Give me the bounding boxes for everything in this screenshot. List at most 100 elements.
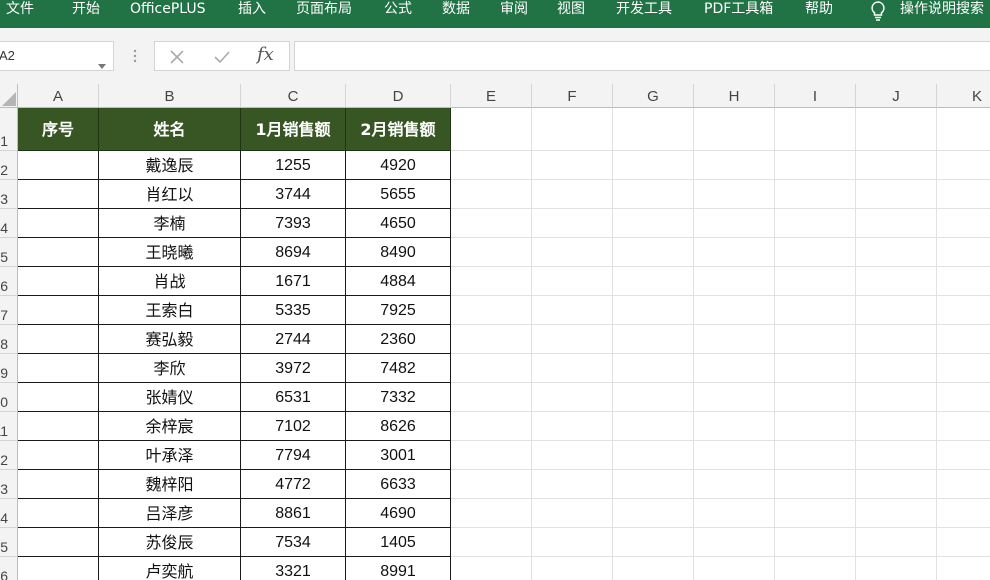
- table-cell-jan[interactable]: 3972: [241, 354, 346, 383]
- table-cell-seq[interactable]: [18, 296, 99, 325]
- column-header-c[interactable]: C: [241, 84, 346, 108]
- table-cell-seq[interactable]: [18, 470, 99, 499]
- row-header[interactable]: 16: [0, 557, 18, 580]
- row-header[interactable]: 11: [0, 412, 18, 441]
- row-header[interactable]: 15: [0, 528, 18, 557]
- row-header[interactable]: 8: [0, 325, 18, 354]
- table-cell-feb[interactable]: 2360: [346, 325, 451, 354]
- column-header-b[interactable]: B: [99, 84, 241, 108]
- tab-home[interactable]: 开始: [72, 0, 100, 20]
- column-header-a[interactable]: A: [18, 84, 99, 108]
- table-cell-feb[interactable]: 4920: [346, 151, 451, 180]
- cancel-icon[interactable]: [168, 48, 186, 70]
- table-cell-seq[interactable]: [18, 499, 99, 528]
- tab-view[interactable]: 视图: [557, 0, 585, 20]
- column-header-k[interactable]: K: [937, 84, 990, 108]
- tab-help[interactable]: 帮助: [805, 0, 833, 20]
- table-cell-name[interactable]: 叶承泽: [99, 441, 241, 470]
- table-cell-name[interactable]: 赛弘毅: [99, 325, 241, 354]
- table-cell-jan[interactable]: 1671: [241, 267, 346, 296]
- chevron-down-icon[interactable]: [98, 54, 106, 73]
- table-cell-jan[interactable]: 8861: [241, 499, 346, 528]
- column-header-d[interactable]: D: [346, 84, 451, 108]
- table-cell-seq[interactable]: [18, 528, 99, 557]
- table-cell-feb[interactable]: 1405: [346, 528, 451, 557]
- table-cell-jan[interactable]: 2744: [241, 325, 346, 354]
- drag-handle-icon[interactable]: [133, 48, 137, 67]
- row-header[interactable]: 9: [0, 354, 18, 383]
- table-cell-jan[interactable]: 8694: [241, 238, 346, 267]
- header-cell-name[interactable]: 姓名: [99, 108, 241, 151]
- table-cell-jan[interactable]: 3744: [241, 180, 346, 209]
- table-cell-jan[interactable]: 4772: [241, 470, 346, 499]
- column-header-e[interactable]: E: [451, 84, 532, 108]
- table-cell-name[interactable]: 肖红以: [99, 180, 241, 209]
- table-cell-jan[interactable]: 3321: [241, 557, 346, 580]
- table-cell-seq[interactable]: [18, 180, 99, 209]
- row-header[interactable]: 14: [0, 499, 18, 528]
- table-cell-seq[interactable]: [18, 557, 99, 580]
- tell-me-search[interactable]: 操作说明搜索: [900, 0, 984, 20]
- formula-input[interactable]: [294, 41, 990, 71]
- column-header-f[interactable]: F: [532, 84, 613, 108]
- table-cell-name[interactable]: 苏俊辰: [99, 528, 241, 557]
- table-cell-jan[interactable]: 6531: [241, 383, 346, 412]
- row-header[interactable]: 1: [0, 108, 18, 151]
- table-cell-feb[interactable]: 7332: [346, 383, 451, 412]
- table-cell-name[interactable]: 李楠: [99, 209, 241, 238]
- table-cell-name[interactable]: 吕泽彦: [99, 499, 241, 528]
- table-cell-feb[interactable]: 8626: [346, 412, 451, 441]
- table-cell-name[interactable]: 戴逸辰: [99, 151, 241, 180]
- table-cell-feb[interactable]: 7925: [346, 296, 451, 325]
- row-header[interactable]: 13: [0, 470, 18, 499]
- table-cell-name[interactable]: 余梓宸: [99, 412, 241, 441]
- name-box[interactable]: A2: [0, 41, 114, 71]
- tab-insert[interactable]: 插入: [238, 0, 266, 20]
- table-cell-seq[interactable]: [18, 238, 99, 267]
- row-header[interactable]: 4: [0, 209, 18, 238]
- header-cell-jan[interactable]: 1月销售额: [241, 108, 346, 151]
- row-header[interactable]: 5: [0, 238, 18, 267]
- column-header-h[interactable]: H: [694, 84, 775, 108]
- enter-check-icon[interactable]: [213, 48, 231, 70]
- header-cell-feb[interactable]: 2月销售额: [346, 108, 451, 151]
- table-cell-name[interactable]: 魏梓阳: [99, 470, 241, 499]
- row-header[interactable]: 2: [0, 151, 18, 180]
- table-cell-feb[interactable]: 5655: [346, 180, 451, 209]
- table-cell-feb[interactable]: 6633: [346, 470, 451, 499]
- tab-developer[interactable]: 开发工具: [616, 0, 672, 20]
- column-header-j[interactable]: J: [856, 84, 937, 108]
- table-cell-jan[interactable]: 7794: [241, 441, 346, 470]
- tab-pdf-toolbox[interactable]: PDF工具箱: [704, 0, 773, 20]
- table-cell-name[interactable]: 卢奕航: [99, 557, 241, 580]
- table-cell-jan[interactable]: 7393: [241, 209, 346, 238]
- tab-file[interactable]: 文件: [6, 0, 34, 20]
- table-cell-seq[interactable]: [18, 441, 99, 470]
- table-cell-jan[interactable]: 1255: [241, 151, 346, 180]
- table-cell-jan[interactable]: 7534: [241, 528, 346, 557]
- table-cell-name[interactable]: 李欣: [99, 354, 241, 383]
- tab-review[interactable]: 审阅: [500, 0, 528, 20]
- tab-page-layout[interactable]: 页面布局: [296, 0, 352, 20]
- table-cell-feb[interactable]: 3001: [346, 441, 451, 470]
- table-cell-seq[interactable]: [18, 151, 99, 180]
- column-header-g[interactable]: G: [613, 84, 694, 108]
- table-cell-feb[interactable]: 7482: [346, 354, 451, 383]
- table-cell-name[interactable]: 王索白: [99, 296, 241, 325]
- tab-officeplus[interactable]: OfficePLUS: [130, 0, 206, 20]
- table-cell-seq[interactable]: [18, 209, 99, 238]
- select-all-corner[interactable]: [0, 84, 18, 108]
- table-cell-jan[interactable]: 7102: [241, 412, 346, 441]
- insert-function-button[interactable]: fx: [257, 44, 274, 65]
- tab-formulas[interactable]: 公式: [384, 0, 412, 20]
- table-cell-feb[interactable]: 8991: [346, 557, 451, 580]
- table-cell-seq[interactable]: [18, 267, 99, 296]
- tab-data[interactable]: 数据: [442, 0, 470, 20]
- table-cell-feb[interactable]: 4650: [346, 209, 451, 238]
- column-header-i[interactable]: I: [775, 84, 856, 108]
- table-cell-seq[interactable]: [18, 412, 99, 441]
- row-header[interactable]: 6: [0, 267, 18, 296]
- table-cell-feb[interactable]: 8490: [346, 238, 451, 267]
- row-header[interactable]: 3: [0, 180, 18, 209]
- row-header[interactable]: 10: [0, 383, 18, 412]
